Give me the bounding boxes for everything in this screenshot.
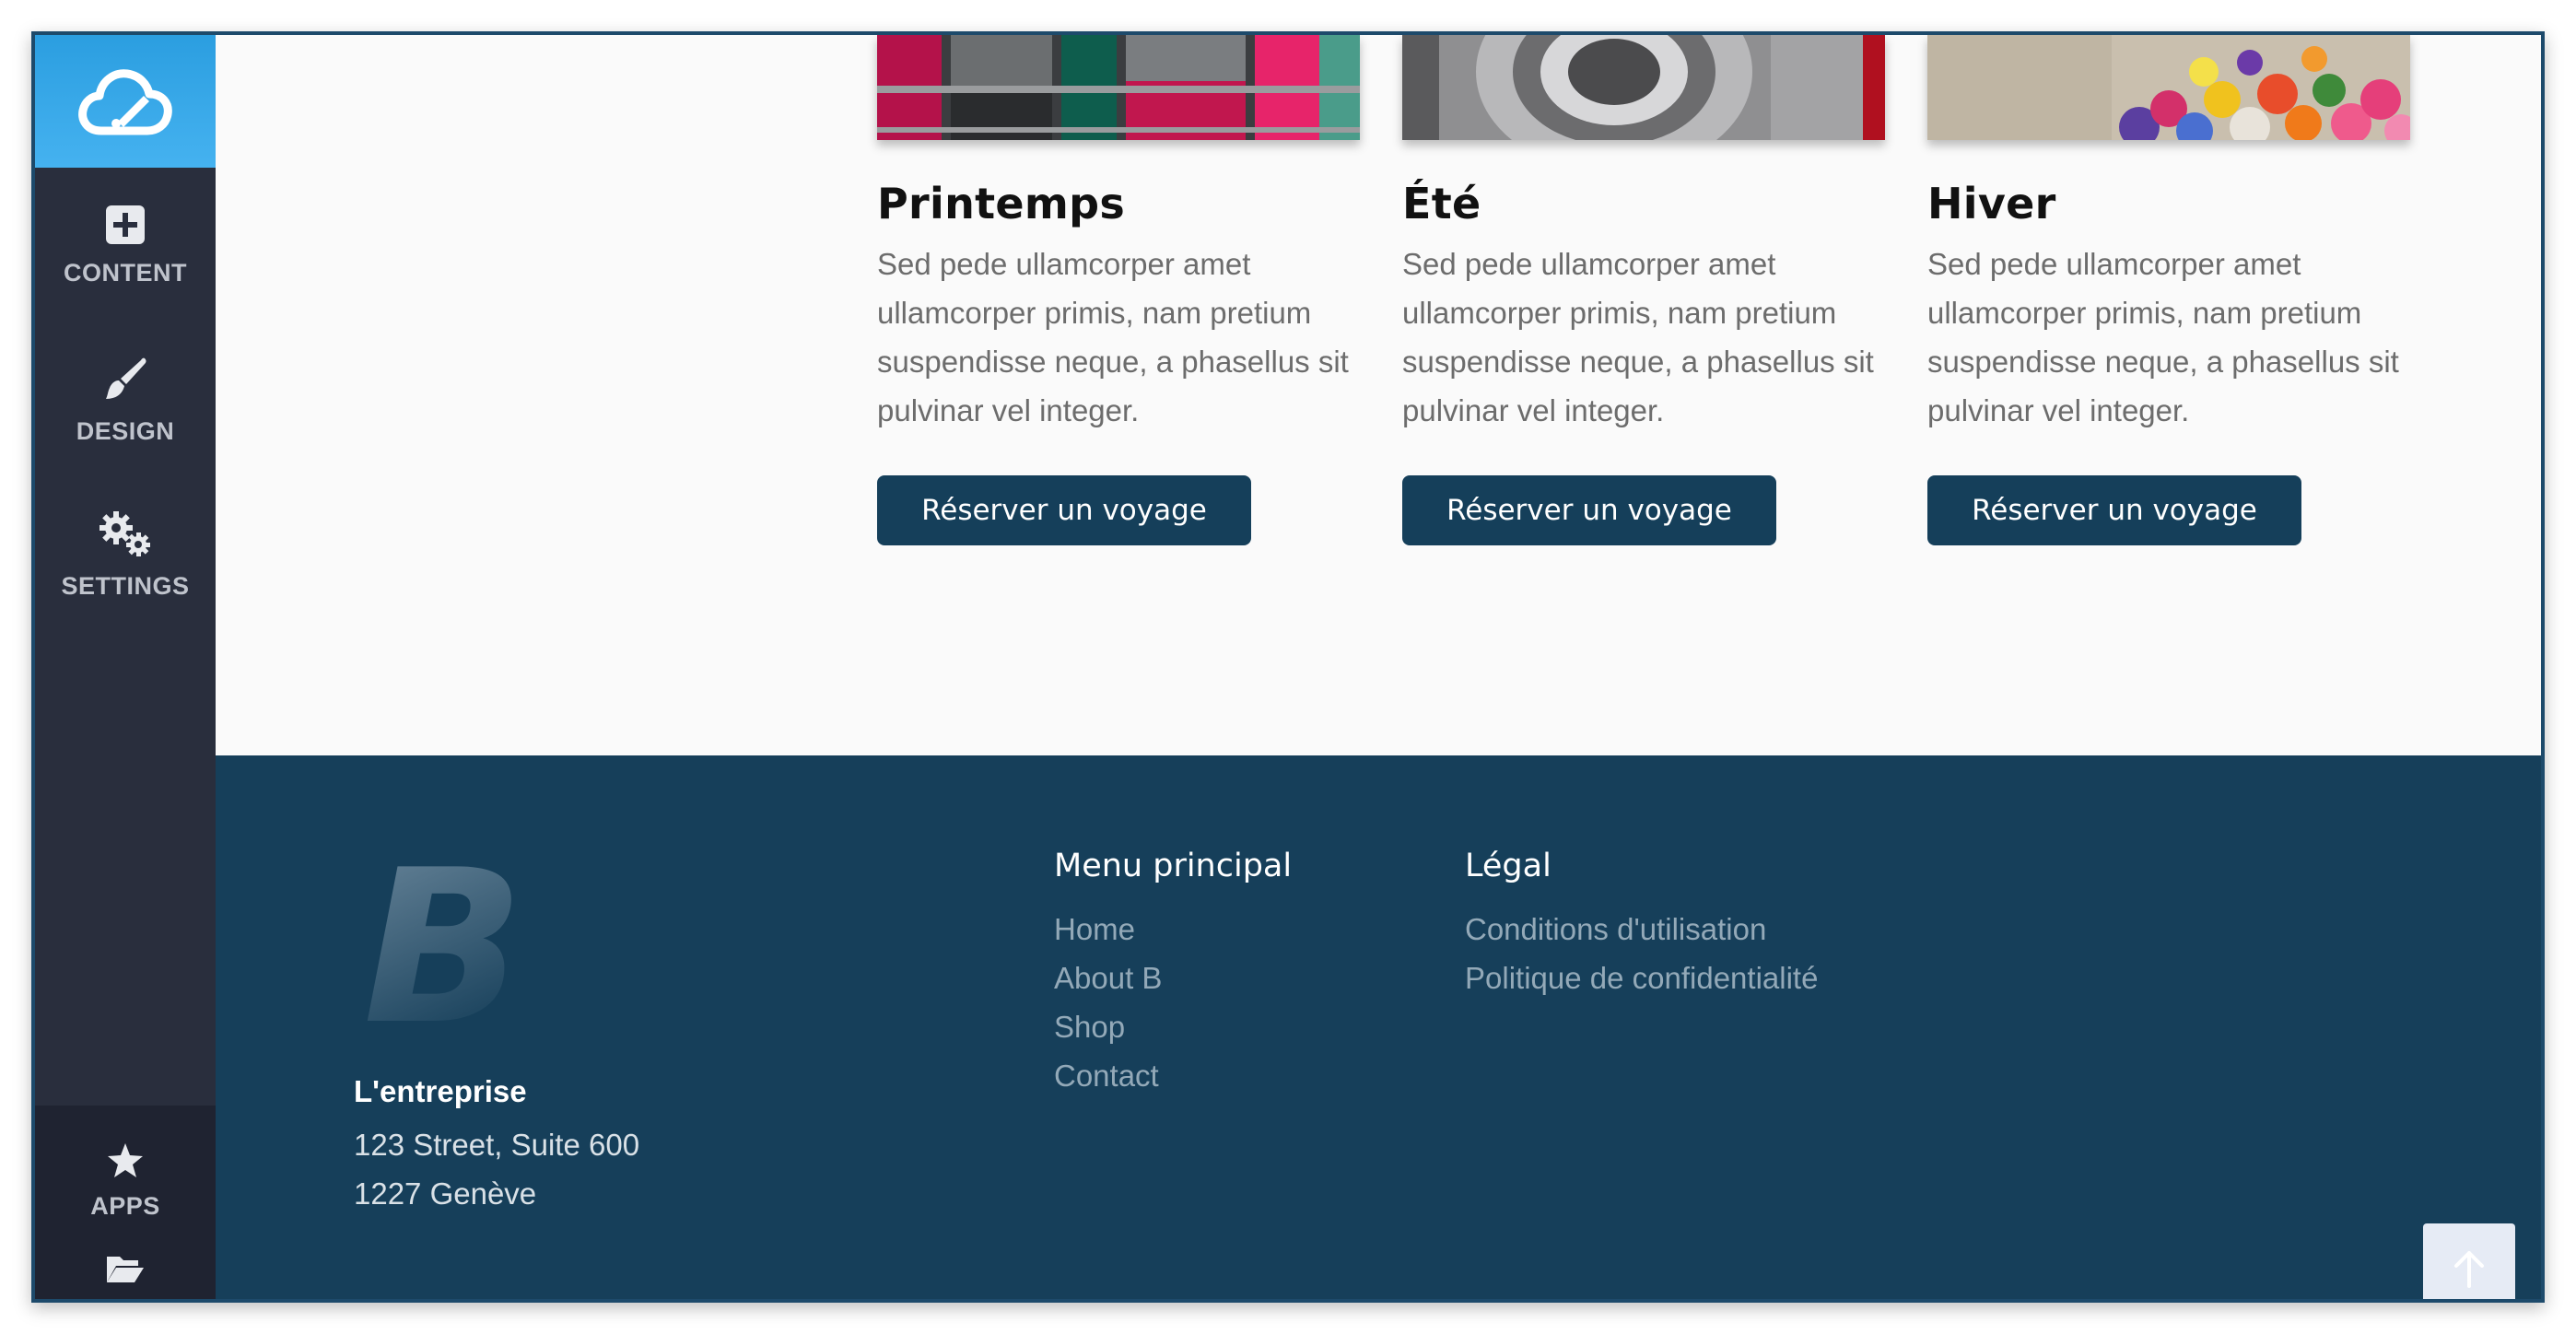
footer-link-about[interactable]: About B [1054, 954, 1292, 1002]
footer-link-privacy[interactable]: Politique de confidentialité [1465, 954, 1818, 1002]
sidebar-item-label: SETTINGS [61, 571, 190, 600]
company-address: 123 Street, Suite 600 1227 Genève [354, 1120, 639, 1218]
address-line: 1227 Genève [354, 1176, 537, 1211]
sidebar-item-settings[interactable]: SETTINGS [35, 477, 216, 632]
paintbrush-icon [106, 357, 146, 399]
sidebar-item-label: APPS [90, 1191, 160, 1220]
gears-icon [100, 510, 150, 556]
footer-legal: Légal Conditions d'utilisation Politique… [1465, 848, 1818, 1002]
footer-menu: Menu principal Home About B Shop Contact [1054, 848, 1292, 1100]
cloud-brush-icon [78, 69, 172, 135]
footer-menu-title: Menu principal [1054, 848, 1293, 884]
footer-legal-title: Légal [1465, 848, 1551, 884]
card-description: Sed pede ullamcorper amet ullamcorper pr… [1402, 247, 1874, 427]
logo-letter: B [363, 848, 524, 1032]
sidebar-item-label: CONTENT [64, 258, 187, 287]
sidebar-bottom: APPS [35, 1106, 216, 1299]
star-icon [108, 1142, 143, 1177]
arrow-up-icon [2454, 1251, 2484, 1288]
footer-link-shop[interactable]: Shop [1054, 1002, 1292, 1051]
company-name: L'entreprise [354, 1074, 527, 1108]
trip-card: Printemps Sed pede ullamcorper amet ulla… [877, 35, 1360, 545]
book-trip-button[interactable]: Réserver un voyage [1402, 475, 1776, 545]
plus-square-icon [106, 205, 145, 244]
sidebar-item-apps[interactable]: APPS [35, 1118, 216, 1244]
footer-link-home[interactable]: Home [1054, 905, 1292, 954]
back-to-top-button[interactable] [2423, 1223, 2515, 1299]
card-description: Sed pede ullamcorper amet ullamcorper pr… [877, 247, 1349, 427]
card-description: Sed pede ullamcorper amet ullamcorper pr… [1927, 247, 2399, 427]
card-title: Printemps [877, 179, 1126, 228]
sidebar-item-files[interactable] [35, 1244, 216, 1299]
editor-sidebar: CONTENT DESIGN SETTINGS APPS [35, 35, 216, 1299]
card-image-staircase [1402, 35, 1885, 140]
trip-card: Hiver Sed pede ullamcorper amet ullamcor… [1927, 35, 2410, 545]
folder-open-icon [107, 1257, 144, 1282]
site-footer: B L'entreprise 123 Street, Suite 600 122… [216, 755, 2541, 1299]
sidebar-item-label: DESIGN [76, 416, 175, 445]
card-image-building [877, 35, 1360, 140]
trip-card: Été Sed pede ullamcorper amet ullamcorpe… [1402, 35, 1885, 545]
card-title: Été [1402, 179, 1481, 228]
company-logo: B [354, 825, 538, 1071]
footer-link-terms[interactable]: Conditions d'utilisation [1465, 905, 1818, 954]
app-logo[interactable] [35, 35, 216, 168]
card-title: Hiver [1927, 179, 2056, 228]
book-trip-button[interactable]: Réserver un voyage [877, 475, 1251, 545]
browser-frame: CONTENT DESIGN SETTINGS APPS Printemps S… [31, 31, 2545, 1303]
sidebar-item-content[interactable]: CONTENT [35, 168, 216, 322]
card-image-flowers [1927, 35, 2410, 140]
sidebar-item-design[interactable]: DESIGN [35, 322, 216, 477]
page-content: Printemps Sed pede ullamcorper amet ulla… [216, 35, 2541, 755]
book-trip-button[interactable]: Réserver un voyage [1927, 475, 2301, 545]
footer-link-contact[interactable]: Contact [1054, 1051, 1292, 1100]
address-line: 123 Street, Suite 600 [354, 1128, 640, 1162]
